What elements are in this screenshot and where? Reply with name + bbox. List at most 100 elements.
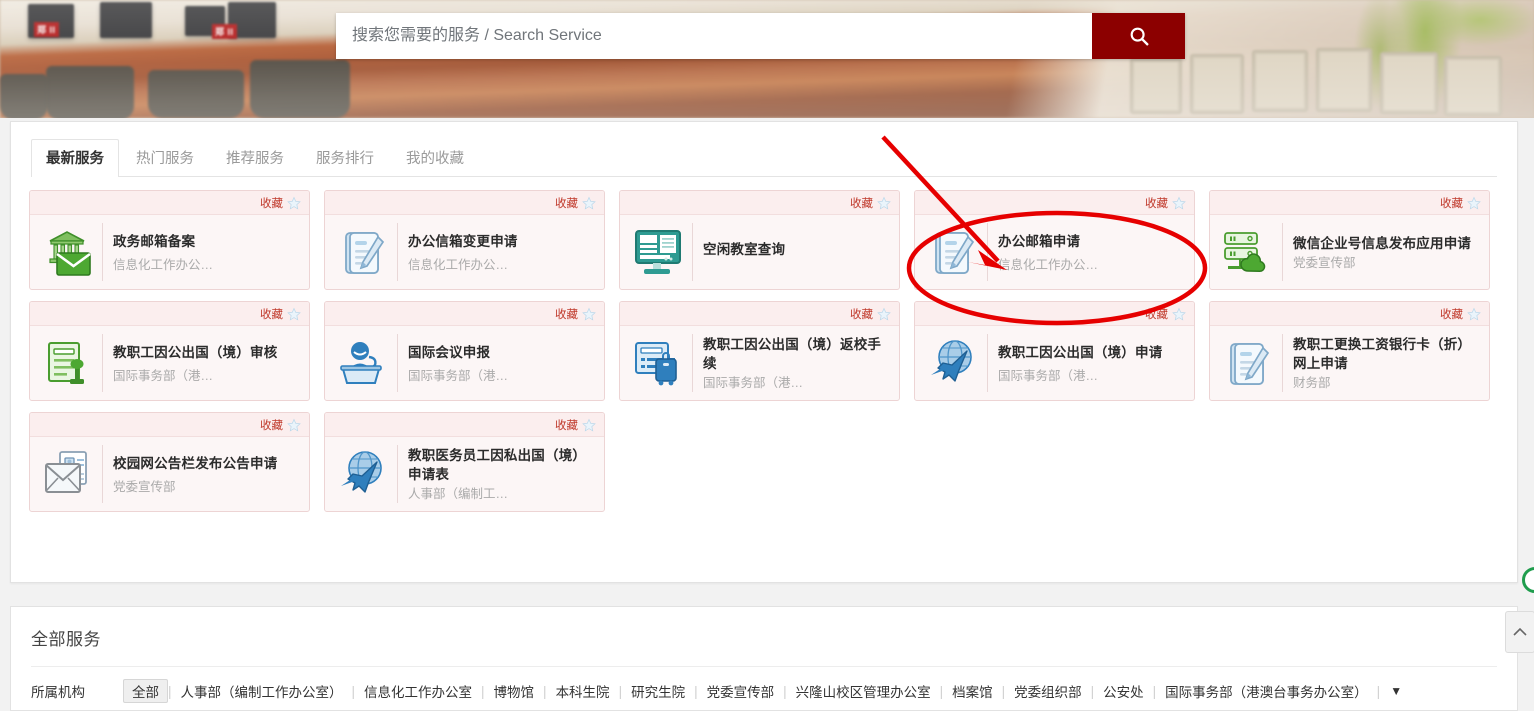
card-subtitle: 党委宣传部 bbox=[1293, 255, 1479, 271]
monitor-icon bbox=[626, 220, 690, 284]
scroll-to-top-button[interactable] bbox=[1505, 611, 1534, 653]
card-favorite-bar[interactable]: 收藏 bbox=[30, 413, 309, 437]
star-icon[interactable] bbox=[582, 307, 596, 321]
card-subtitle: 财务部 bbox=[1293, 375, 1479, 391]
card-favorite-bar[interactable]: 收藏 bbox=[620, 302, 899, 326]
card-divider bbox=[397, 334, 398, 392]
tab-popular-services[interactable]: 热门服务 bbox=[121, 139, 209, 177]
tab-my-favorites[interactable]: 我的收藏 bbox=[391, 139, 479, 177]
card-favorite-bar[interactable]: 收藏 bbox=[620, 191, 899, 215]
page-root: 郑 II 郑 II 最新服务 热门服务 bbox=[0, 0, 1534, 711]
card-divider bbox=[1282, 223, 1283, 281]
tab-recommended-services[interactable]: 推荐服务 bbox=[211, 139, 299, 177]
card-favorite-bar[interactable]: 收藏 bbox=[1210, 302, 1489, 326]
filter-xinglongshan[interactable]: 兴隆山校区管理办公室 bbox=[787, 679, 940, 703]
bank-envelope-icon bbox=[36, 220, 100, 284]
star-icon[interactable] bbox=[582, 196, 596, 210]
tab-latest-services[interactable]: 最新服务 bbox=[31, 139, 119, 177]
filter-undergrad[interactable]: 本科生院 bbox=[547, 679, 619, 703]
star-icon[interactable] bbox=[877, 307, 891, 321]
card-title: 政务邮箱备案 bbox=[113, 232, 299, 251]
card-divider bbox=[692, 223, 693, 281]
card-text: 教职工更换工资银行卡（折）网上申请 财务部 bbox=[1293, 335, 1481, 391]
star-icon[interactable] bbox=[582, 418, 596, 432]
card-divider bbox=[987, 223, 988, 281]
card-favorite-bar[interactable]: 收藏 bbox=[1210, 191, 1489, 215]
card-body: 教职工更换工资银行卡（折）网上申请 财务部 bbox=[1210, 326, 1489, 400]
card-favorite-bar[interactable]: 收藏 bbox=[915, 191, 1194, 215]
filter-organization[interactable]: 党委组织部 bbox=[1005, 679, 1091, 703]
service-card[interactable]: 收藏 bbox=[324, 301, 605, 401]
card-favorite-bar[interactable]: 收藏 bbox=[915, 302, 1194, 326]
card-body: 教职工因公出国（境）返校手续 国际事务部（港… bbox=[620, 326, 899, 400]
card-body: 微信企业号信息发布应用申请 党委宣传部 bbox=[1210, 215, 1489, 289]
document-stamp-icon bbox=[36, 331, 100, 395]
star-icon[interactable] bbox=[1467, 307, 1481, 321]
filter-propaganda[interactable]: 党委宣传部 bbox=[698, 679, 784, 703]
card-favorite-bar[interactable]: 收藏 bbox=[30, 302, 309, 326]
favorite-label: 收藏 bbox=[555, 195, 578, 211]
search-button[interactable] bbox=[1092, 13, 1185, 59]
filter-public-security[interactable]: 公安处 bbox=[1094, 679, 1153, 703]
star-icon[interactable] bbox=[1172, 307, 1186, 321]
favorite-label: 收藏 bbox=[1440, 195, 1463, 211]
card-body: 办公信箱变更申请 信息化工作办公… bbox=[325, 215, 604, 289]
filter-museum[interactable]: 博物馆 bbox=[485, 679, 544, 703]
card-text: 校园网公告栏发布公告申请 党委宣传部 bbox=[113, 454, 301, 495]
card-favorite-bar[interactable]: 收藏 bbox=[30, 191, 309, 215]
card-body: 办公邮箱申请 信息化工作办公… bbox=[915, 215, 1194, 289]
card-title: 办公邮箱申请 bbox=[998, 232, 1184, 251]
search-icon bbox=[1128, 25, 1150, 47]
document-pencil-icon bbox=[331, 220, 395, 284]
chevron-down-icon[interactable]: ▼ bbox=[1390, 684, 1402, 698]
card-title: 校园网公告栏发布公告申请 bbox=[113, 454, 299, 473]
document-pencil-icon bbox=[1216, 331, 1280, 395]
favorite-label: 收藏 bbox=[1145, 306, 1168, 322]
card-divider bbox=[102, 334, 103, 392]
card-title: 微信企业号信息发布应用申请 bbox=[1293, 234, 1479, 253]
service-card[interactable]: 收藏 bbox=[29, 301, 310, 401]
service-card[interactable]: 收藏 bbox=[29, 190, 310, 290]
favorite-label: 收藏 bbox=[260, 306, 283, 322]
service-card[interactable]: 收藏 bbox=[324, 412, 605, 512]
card-divider bbox=[397, 445, 398, 503]
star-icon[interactable] bbox=[287, 418, 301, 432]
service-card[interactable]: 收藏 bbox=[1209, 301, 1490, 401]
document-pencil-icon bbox=[921, 220, 985, 284]
card-body: 教职工因公出国（境）审核 国际事务部（港… bbox=[30, 326, 309, 400]
filter-label: 所属机构 bbox=[31, 681, 123, 701]
card-divider bbox=[102, 445, 103, 503]
filter-international[interactable]: 国际事务部（港澳台事务办公室） bbox=[1156, 679, 1377, 703]
star-icon[interactable] bbox=[1467, 196, 1481, 210]
card-text: 政务邮箱备案 信息化工作办公… bbox=[113, 232, 301, 273]
favorite-label: 收藏 bbox=[555, 417, 578, 433]
tab-service-ranking[interactable]: 服务排行 bbox=[301, 139, 389, 177]
card-body: 国际会议申报 国际事务部（港… bbox=[325, 326, 604, 400]
filter-grad-school[interactable]: 研究生院 bbox=[622, 679, 694, 703]
card-subtitle: 国际事务部（港… bbox=[113, 368, 299, 384]
card-favorite-bar[interactable]: 收藏 bbox=[325, 191, 604, 215]
search-input[interactable] bbox=[336, 13, 1092, 59]
star-icon[interactable] bbox=[287, 307, 301, 321]
service-card[interactable]: 收藏 bbox=[29, 412, 310, 512]
service-card[interactable]: 收藏 bbox=[619, 190, 900, 290]
favorite-label: 收藏 bbox=[850, 306, 873, 322]
star-icon[interactable] bbox=[1172, 196, 1186, 210]
filter-items: 全部 | 人事部（编制工作办公室） | 信息化工作办公室 | 博物馆 | 本科生… bbox=[123, 679, 1380, 703]
search-bar bbox=[336, 13, 1185, 59]
floating-green-widget[interactable] bbox=[1522, 567, 1534, 593]
service-card[interactable]: 收藏 bbox=[1209, 190, 1490, 290]
filter-all[interactable]: 全部 bbox=[123, 679, 168, 703]
card-favorite-bar[interactable]: 收藏 bbox=[325, 413, 604, 437]
card-favorite-bar[interactable]: 收藏 bbox=[325, 302, 604, 326]
service-card-office-mailbox-application[interactable]: 收藏 bbox=[914, 190, 1195, 290]
filter-hr-office[interactable]: 人事部（编制工作办公室） bbox=[172, 679, 352, 703]
service-card[interactable]: 收藏 bbox=[619, 301, 900, 401]
filter-archives[interactable]: 档案馆 bbox=[943, 679, 1002, 703]
star-icon[interactable] bbox=[877, 196, 891, 210]
star-icon[interactable] bbox=[287, 196, 301, 210]
filter-it-office[interactable]: 信息化工作办公室 bbox=[355, 679, 481, 703]
card-body: 校园网公告栏发布公告申请 党委宣传部 bbox=[30, 437, 309, 511]
service-card[interactable]: 收藏 bbox=[914, 301, 1195, 401]
service-card[interactable]: 收藏 bbox=[324, 190, 605, 290]
